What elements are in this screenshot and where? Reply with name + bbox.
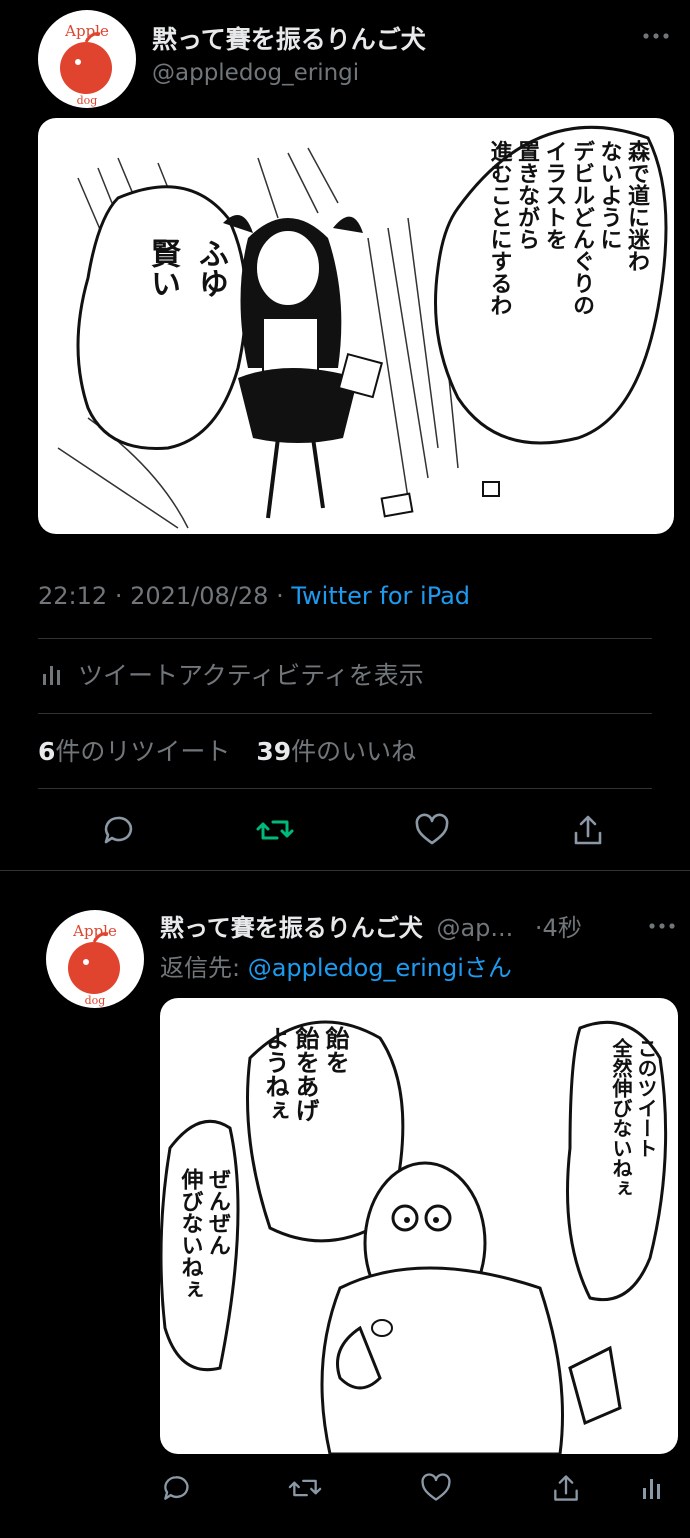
share-button[interactable] [568,810,608,850]
reply-like-button[interactable] [418,1470,454,1506]
svg-text:dog: dog [85,994,106,1007]
reply-more-options-icon[interactable] [646,916,678,936]
replying-to-suffix: さん [463,954,512,982]
retweet-icon [288,1479,322,1497]
reply-speech-bubble-left: ぜんぜん 伸びないねぇ [177,1168,231,1300]
replying-to-prefix: 返信先: [160,954,248,982]
analytics-icon [643,1479,660,1499]
share-icon [554,1475,578,1501]
reply-icon [164,1476,189,1500]
like-count: 39 [256,737,292,766]
retweet-button[interactable] [255,810,295,850]
tweet-stats-row: 6件のリツイート 39件のいいね [38,732,416,768]
speech-bubble-right: 森で道に迷わ ないように デビルどんぐりの イラストを 置きながら 進むことにす… [486,140,650,316]
author-handle[interactable]: @appledog_eringi [152,60,359,86]
reply-button[interactable] [98,810,138,850]
retweet-label: 件のリツイート [55,737,231,766]
tweet-source-link[interactable]: Twitter for iPad [291,582,470,610]
reply-header-row: 黙って賽を振るりんご犬 @ap... ·4秒 [160,908,582,943]
heart-icon [415,813,449,845]
reply-reply-button[interactable] [158,1470,194,1506]
divider [38,788,652,789]
tweet-date[interactable]: 2021/08/28 [130,582,268,610]
separator-dot: · [114,582,123,610]
share-icon [574,815,602,845]
reply-speech-bubble-mid: 飴を 飴をあげ ようねぇ [261,1026,349,1122]
heart-icon [421,1473,451,1501]
svg-text:Apple: Apple [72,922,117,940]
reply-share-button[interactable] [548,1470,584,1506]
reply-retweet-button[interactable] [287,1470,323,1506]
tweet-time[interactable]: 22:12 [38,582,107,610]
retweet-icon [256,820,294,840]
reply-analytics-button[interactable] [634,1470,670,1506]
tweet-timestamp-row: 22:12 · 2021/08/28 · Twitter for iPad [38,582,470,610]
replying-to-row: 返信先: @appledog_eringiさん [160,948,512,983]
svg-text:Apple: Apple [64,22,109,40]
more-options-icon[interactable] [640,26,672,46]
like-stat[interactable]: 39件のいいね [256,737,416,766]
reply-speech-bubble-right: このツイート 全然伸びないねぇ [609,1038,658,1198]
section-divider [0,870,690,871]
tweet-activity-row[interactable]: ツイートアクティビティを表示 [38,654,424,694]
reply-author-display-name[interactable]: 黙って賽を振るりんご犬 [160,914,423,942]
retweet-stat[interactable]: 6件のリツイート [38,737,238,766]
reply-tweet-image[interactable]: このツイート 全然伸びないねぇ 飴を 飴をあげ ようねぇ ぜんぜん 伸びないねぇ [160,998,678,1454]
reply-icon [104,816,133,844]
svg-text:dog: dog [77,94,98,107]
reply-author-avatar[interactable]: Apple dog [46,910,144,1008]
author-avatar[interactable]: Apple dog [38,10,136,108]
tweet-activity-label: ツイートアクティビティを表示 [78,661,424,690]
divider [38,713,652,714]
reply-author-handle[interactable]: @ap... [436,914,513,942]
like-label: 件のいいね [291,737,417,766]
author-display-name[interactable]: 黙って賽を振るりんご犬 [152,20,426,56]
tweet-image[interactable]: 森で道に迷わ ないように デビルどんぐりの イラストを 置きながら 進むことにす… [38,118,674,534]
speech-bubble-left: ふゆ 賢い [145,238,228,298]
analytics-icon [43,666,60,685]
divider [38,638,652,639]
separator-dot: · [276,582,284,610]
like-button[interactable] [412,810,452,850]
manga-panel-art [160,1020,668,1454]
reply-time[interactable]: ·4秒 [535,914,582,942]
retweet-count: 6 [38,737,56,766]
replying-to-handle[interactable]: @appledog_eringi [248,954,464,982]
